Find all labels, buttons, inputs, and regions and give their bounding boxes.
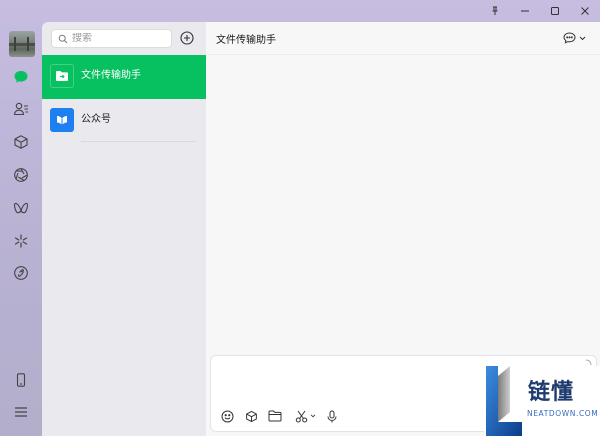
emoji-button[interactable]	[219, 408, 235, 424]
nav-item-moments[interactable]	[11, 165, 31, 185]
aperture-icon	[14, 168, 28, 182]
butterfly-icon	[13, 202, 29, 214]
chat-more-icon	[563, 32, 576, 44]
titlebar-controls	[480, 0, 600, 22]
chat-header: 文件传输助手	[206, 22, 600, 55]
scissors-icon	[295, 410, 307, 422]
plus-circle-icon	[180, 31, 194, 45]
favorites-button[interactable]	[243, 408, 259, 424]
watermark-title: 链懂	[528, 380, 575, 405]
phone-icon	[16, 373, 26, 387]
search-input[interactable]	[72, 33, 162, 44]
chevron-down-icon	[579, 36, 586, 40]
chat-item-name: 公众号	[81, 114, 111, 125]
microphone-icon	[327, 410, 337, 422]
chat-item-name: 文件传输助手	[81, 70, 141, 81]
search-box[interactable]	[51, 29, 172, 48]
screenshot-button[interactable]	[293, 408, 317, 424]
pin-icon	[492, 6, 498, 15]
chevron-down-icon	[310, 414, 315, 418]
chat-bubble-icon	[14, 71, 28, 83]
nav-sidebar	[0, 22, 42, 436]
watermark-subtitle: NEATDOWN.COM	[527, 409, 599, 418]
more-button[interactable]	[563, 30, 586, 46]
voice-button[interactable]	[324, 408, 340, 424]
maximize-icon	[551, 7, 559, 15]
chat-item-file-transfer[interactable]: 文件传输助手	[42, 55, 206, 99]
maximize-button[interactable]	[540, 0, 570, 22]
chat-title: 文件传输助手	[216, 35, 276, 46]
link-icon	[14, 266, 28, 280]
chat-item-official-accounts[interactable]: 公众号	[42, 99, 206, 143]
minimize-button[interactable]	[510, 0, 540, 22]
avatar[interactable]	[9, 31, 35, 57]
list-divider	[81, 141, 196, 142]
nav-item-chats[interactable]	[11, 67, 31, 87]
search-icon	[58, 34, 68, 43]
add-button[interactable]	[180, 31, 194, 45]
contacts-icon	[13, 102, 28, 116]
folder-icon	[50, 64, 74, 88]
watermark-logo: 链懂 NEATDOWN.COM	[484, 366, 600, 436]
nav-item-contacts[interactable]	[11, 99, 31, 119]
sparkle-icon	[14, 234, 28, 248]
cube-icon	[245, 410, 257, 422]
nav-item-mini-programs[interactable]	[11, 263, 31, 283]
chat-list-pane: 文件传输助手 公众号	[42, 22, 206, 436]
folder-icon	[268, 410, 282, 422]
nav-item-channels[interactable]	[11, 198, 31, 218]
nav-item-menu[interactable]	[11, 402, 31, 422]
close-button[interactable]	[570, 0, 600, 22]
app-window: 文件传输助手 公众号 文件传输助手	[0, 0, 600, 436]
emoji-icon	[221, 410, 233, 422]
nav-item-search[interactable]	[11, 231, 31, 251]
pin-button[interactable]	[480, 0, 510, 22]
nav-item-favorites[interactable]	[11, 132, 31, 152]
file-button[interactable]	[267, 408, 283, 424]
cube-icon	[14, 135, 28, 149]
official-account-icon	[50, 108, 74, 132]
minimize-icon	[521, 10, 529, 12]
close-icon	[581, 7, 589, 15]
nav-item-phone[interactable]	[11, 370, 31, 390]
watermark-l-mark	[486, 366, 522, 436]
menu-icon	[15, 407, 27, 417]
